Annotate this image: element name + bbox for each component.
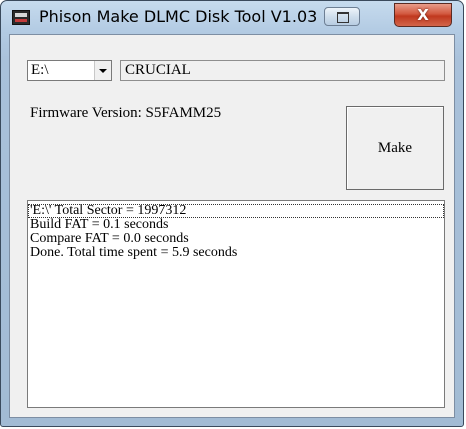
app-window: Phison Make DLMC Disk Tool V1.03 X E:\ C… xyxy=(0,0,464,427)
app-icon xyxy=(12,10,30,25)
log-list[interactable]: 'E:\' Total Sector = 1997312 Build FAT =… xyxy=(27,200,445,408)
title-bar[interactable]: Phison Make DLMC Disk Tool V1.03 X xyxy=(1,1,463,33)
log-line[interactable]: Compare FAT = 0.0 seconds xyxy=(28,232,444,246)
window-title: Phison Make DLMC Disk Tool V1.03 xyxy=(39,7,318,26)
dropdown-arrow-icon[interactable] xyxy=(94,61,111,80)
close-icon: X xyxy=(417,6,429,24)
make-button[interactable]: Make xyxy=(346,106,444,190)
drive-select[interactable]: E:\ xyxy=(27,60,112,81)
log-line[interactable]: Done. Total time spent = 5.9 seconds xyxy=(28,246,444,260)
client-area: E:\ CRUCIAL Firmware Version: S5FAMM25 M… xyxy=(9,34,455,418)
restore-button[interactable] xyxy=(324,7,360,26)
close-button[interactable]: X xyxy=(394,3,452,27)
log-line[interactable]: Build FAT = 0.1 seconds xyxy=(28,218,444,232)
volume-label-field: CRUCIAL xyxy=(120,60,445,81)
log-line[interactable]: 'E:\' Total Sector = 1997312 xyxy=(28,204,444,218)
firmware-version-label: Firmware Version: S5FAMM25 xyxy=(30,105,222,121)
drive-select-value: E:\ xyxy=(31,62,49,78)
